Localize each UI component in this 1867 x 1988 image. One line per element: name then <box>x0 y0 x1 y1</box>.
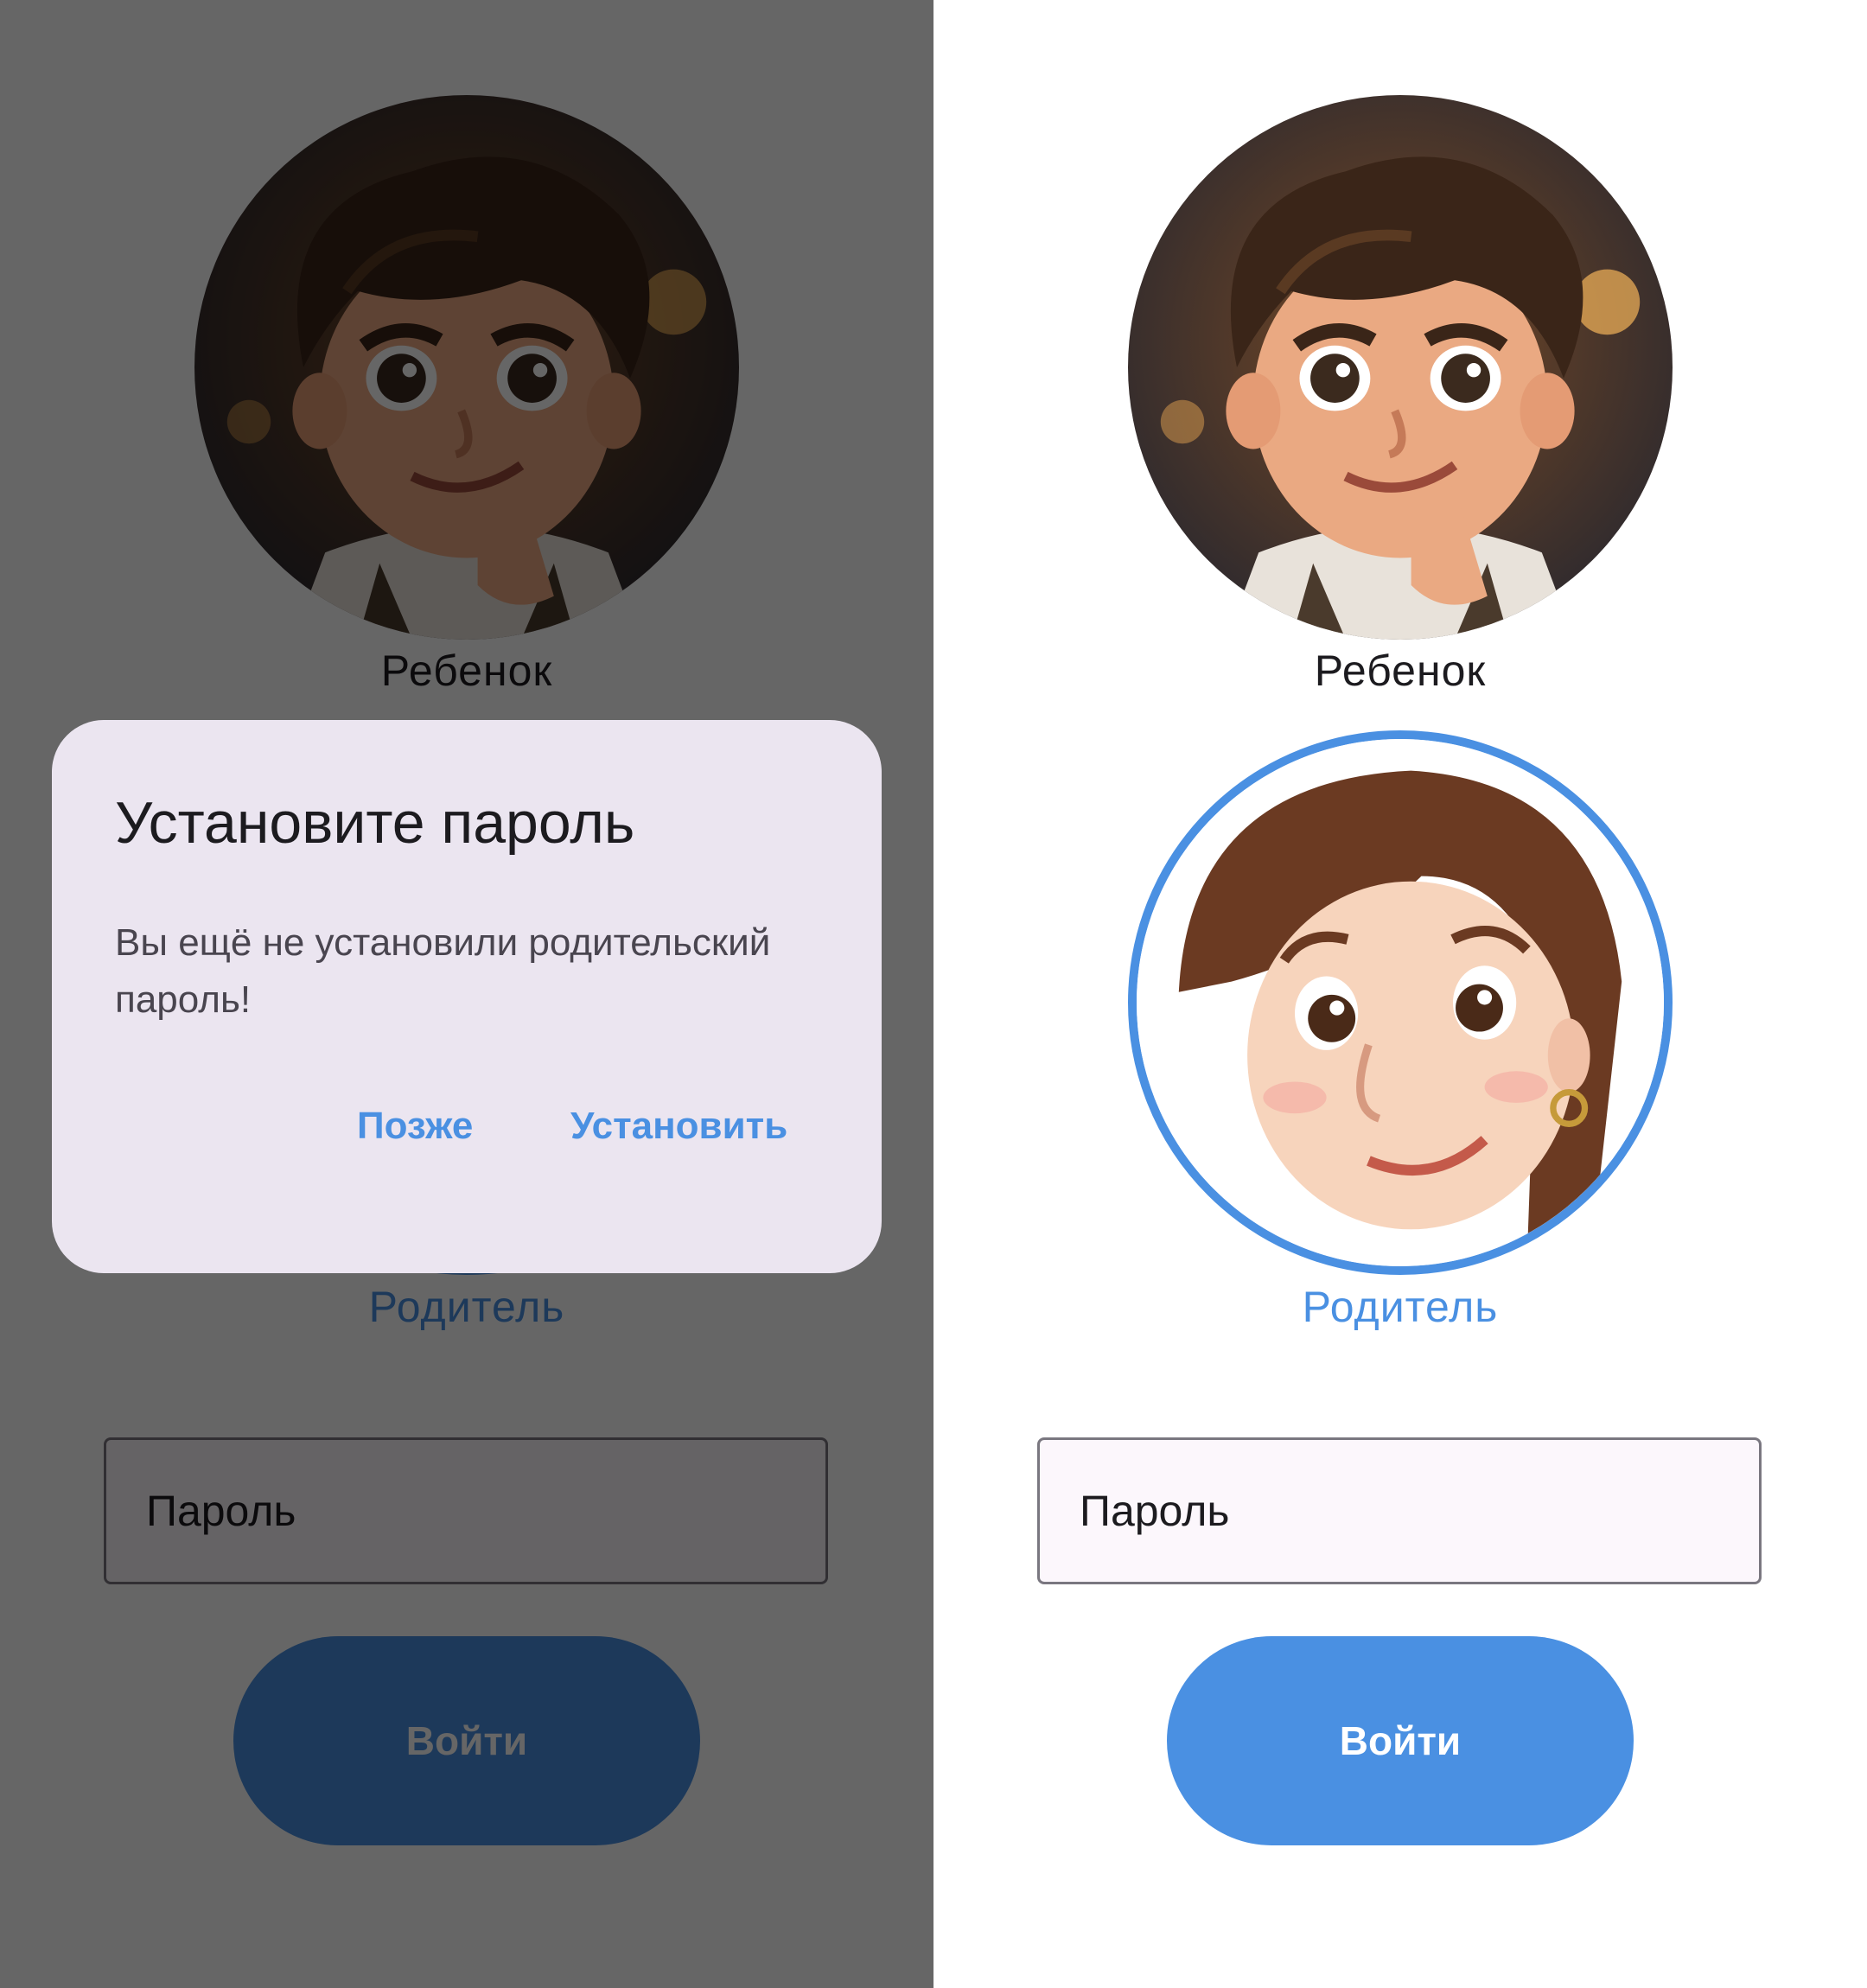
child-avatar[interactable] <box>1128 95 1673 640</box>
child-name[interactable]: Ребенок <box>1124 646 1677 696</box>
login-button[interactable]: Войти <box>1167 1636 1634 1845</box>
password-input[interactable] <box>1040 1440 1759 1582</box>
dialog-message: Вы ещё не установили родительский пароль… <box>115 921 771 1021</box>
later-button[interactable]: Позже <box>357 1105 473 1148</box>
dialog-title: Установите пароль <box>115 790 635 856</box>
boy-avatar-icon <box>1128 95 1673 640</box>
password-field[interactable] <box>1037 1437 1762 1584</box>
set-password-dialog: Установите пароль Вы ещё не установили р… <box>52 720 882 1273</box>
screen-login: Ребенок Родитель Войти <box>934 0 1867 1988</box>
woman-avatar-icon <box>1137 739 1664 1266</box>
screen-with-dialog: Ребенок Родитель Войти Установите п <box>0 0 934 1988</box>
parent-name[interactable]: Родитель <box>1124 1282 1677 1332</box>
parent-avatar[interactable] <box>1128 730 1673 1275</box>
set-button[interactable]: Установить <box>570 1105 787 1148</box>
